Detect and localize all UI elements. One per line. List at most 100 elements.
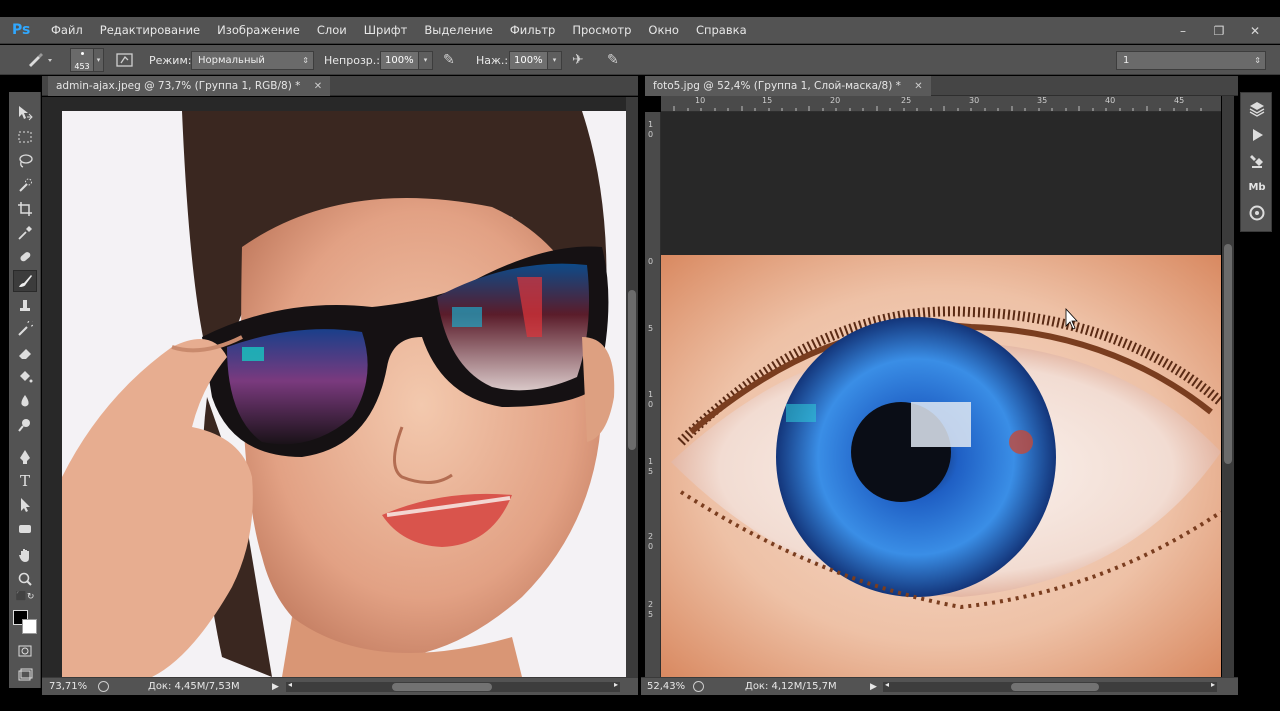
menu-file[interactable]: Файл — [51, 17, 83, 44]
eraser-tool-icon[interactable] — [13, 342, 37, 364]
cc-libraries-icon[interactable] — [1247, 203, 1267, 223]
menu-select[interactable]: Выделение — [424, 17, 493, 44]
brush-tool-icon[interactable] — [13, 270, 37, 292]
right-scroll-thumb[interactable] — [1224, 244, 1232, 464]
blend-mode-select[interactable]: Нормальный ⇕ — [191, 50, 314, 70]
ruler-v-label: 0 — [648, 542, 654, 551]
right-vertical-scrollbar[interactable] — [1222, 96, 1234, 677]
opacity-input[interactable]: 100% — [380, 50, 419, 70]
move-tool-icon[interactable] — [13, 102, 37, 124]
ruler-v-label: 0 — [648, 400, 654, 409]
quick-mask-icon[interactable] — [13, 640, 37, 662]
crop-tool-icon[interactable] — [13, 198, 37, 220]
scroll-left-icon[interactable]: ◂ — [288, 680, 292, 689]
status-info-icon[interactable] — [693, 681, 704, 692]
tool-preset-picker[interactable] — [26, 45, 56, 75]
scroll-right-icon[interactable]: ▸ — [1211, 680, 1215, 689]
right-zoom-level[interactable]: 52,43% — [647, 681, 685, 692]
menu-edit[interactable]: Редактирование — [100, 17, 200, 44]
left-vertical-scrollbar[interactable] — [626, 97, 638, 677]
scroll-left-icon[interactable]: ◂ — [885, 680, 889, 689]
flow-label: Наж.: — [476, 53, 509, 67]
mini-bridge-icon[interactable]: Mb — [1247, 177, 1267, 197]
brush-preset-picker[interactable]: 453 ▾ — [70, 45, 104, 75]
opacity-dropdown-button[interactable]: ▾ — [419, 50, 433, 70]
minimize-button[interactable]: – — [1176, 24, 1190, 38]
woman-sunglasses-photo — [42, 97, 626, 677]
hand-tool-icon[interactable] — [13, 544, 37, 566]
scroll-right-icon[interactable]: ▸ — [614, 680, 618, 689]
opacity-label: Непрозр.: — [324, 53, 380, 67]
pressure-size-toggle[interactable]: ✎ — [607, 45, 619, 75]
pressure-opacity-toggle[interactable]: ✎ — [443, 45, 455, 75]
menu-bar: Ps Файл Редактирование Изображение Слои … — [0, 17, 1280, 44]
mode-label: Режим: — [149, 53, 192, 67]
zoom-tool-icon[interactable] — [13, 568, 37, 590]
left-document-canvas[interactable] — [42, 97, 626, 677]
ruler-v-label: 5 — [648, 610, 654, 619]
menu-layer[interactable]: Слои — [317, 17, 347, 44]
brush-preview: 453 — [70, 48, 94, 72]
type-tool-icon[interactable]: T — [13, 470, 37, 492]
play-icon[interactable]: ▶ — [870, 682, 877, 692]
restore-button[interactable]: ❐ — [1212, 24, 1226, 38]
default-colors-icon[interactable]: ⬛↻ — [13, 591, 37, 603]
path-selection-tool-icon[interactable] — [13, 494, 37, 516]
clone-stamp-tool-icon[interactable] — [13, 294, 37, 316]
brush-panel-toggle[interactable] — [116, 45, 134, 75]
left-h-scroll-thumb[interactable] — [392, 683, 492, 691]
ruler-h-label: 10 — [695, 96, 706, 105]
background-color-swatch[interactable] — [22, 619, 37, 634]
dodge-tool-icon[interactable] — [13, 414, 37, 436]
photoshop-logo: Ps — [12, 22, 31, 38]
right-document-canvas[interactable] — [661, 112, 1221, 677]
close-icon[interactable]: ✕ — [914, 81, 922, 92]
close-icon[interactable]: ✕ — [314, 81, 322, 92]
right-horizontal-scrollbar[interactable]: ◂ ▸ — [883, 680, 1217, 692]
paint-bucket-tool-icon[interactable] — [13, 366, 37, 388]
menu-help[interactable]: Справка — [696, 17, 747, 44]
flow-input[interactable]: 100% — [509, 50, 548, 70]
eyedropper-tool-icon[interactable] — [13, 222, 37, 244]
ruler-v-label: 2 — [648, 600, 654, 609]
menu-type[interactable]: Шрифт — [364, 17, 408, 44]
flow-dropdown-button[interactable]: ▾ — [548, 50, 562, 70]
rectangle-tool-icon[interactable] — [13, 518, 37, 540]
ruler-v-label: 2 — [648, 532, 654, 541]
close-button[interactable]: ✕ — [1248, 24, 1262, 38]
right-document-title: foto5.jpg @ 52,4% (Группа 1, Слой-маска/… — [653, 80, 901, 92]
marquee-tool-icon[interactable] — [13, 126, 37, 148]
pen-tool-icon[interactable] — [13, 446, 37, 468]
tool-presets-icon[interactable] — [1247, 151, 1267, 171]
menu-image[interactable]: Изображение — [217, 17, 300, 44]
blend-mode-value: Нормальный — [198, 54, 265, 66]
airbrush-icon: ✈ — [572, 52, 584, 68]
ruler-h-label: 45 — [1174, 96, 1185, 105]
blur-tool-icon[interactable] — [13, 390, 37, 412]
right-h-scroll-thumb[interactable] — [1011, 683, 1099, 691]
ruler-v-label: 0 — [648, 257, 654, 266]
right-document-tab[interactable]: foto5.jpg @ 52,4% (Группа 1, Слой-маска/… — [645, 76, 931, 96]
menu-filter[interactable]: Фильтр — [510, 17, 556, 44]
left-scroll-thumb[interactable] — [628, 290, 636, 450]
layers-icon[interactable] — [1247, 99, 1267, 119]
brush-icon — [29, 53, 52, 67]
left-horizontal-scrollbar[interactable]: ◂ ▸ — [286, 680, 620, 692]
menu-window[interactable]: Окно — [648, 17, 679, 44]
history-brush-tool-icon[interactable] — [13, 318, 37, 340]
airbrush-toggle[interactable]: ✈ — [572, 45, 584, 75]
right-document-tabbar: foto5.jpg @ 52,4% (Группа 1, Слой-маска/… — [645, 76, 1238, 96]
quick-select-tool-icon[interactable] — [13, 174, 37, 196]
left-document-tab[interactable]: admin-ajax.jpeg @ 73,7% (Группа 1, RGB/8… — [48, 76, 331, 96]
left-zoom-level[interactable]: 73,71% — [49, 681, 87, 692]
healing-brush-tool-icon[interactable] — [13, 246, 37, 268]
lasso-tool-icon[interactable] — [13, 150, 37, 172]
screen-mode-icon[interactable] — [13, 664, 37, 686]
menu-view[interactable]: Просмотр — [572, 17, 631, 44]
workspace-select[interactable]: 1 ⇕ — [1116, 50, 1266, 70]
status-info-icon[interactable] — [98, 681, 109, 692]
play-icon[interactable]: ▶ — [272, 682, 279, 692]
brush-tip-icon — [81, 52, 84, 55]
play-icon[interactable] — [1247, 125, 1267, 145]
ruler-h-label: 25 — [901, 96, 912, 105]
